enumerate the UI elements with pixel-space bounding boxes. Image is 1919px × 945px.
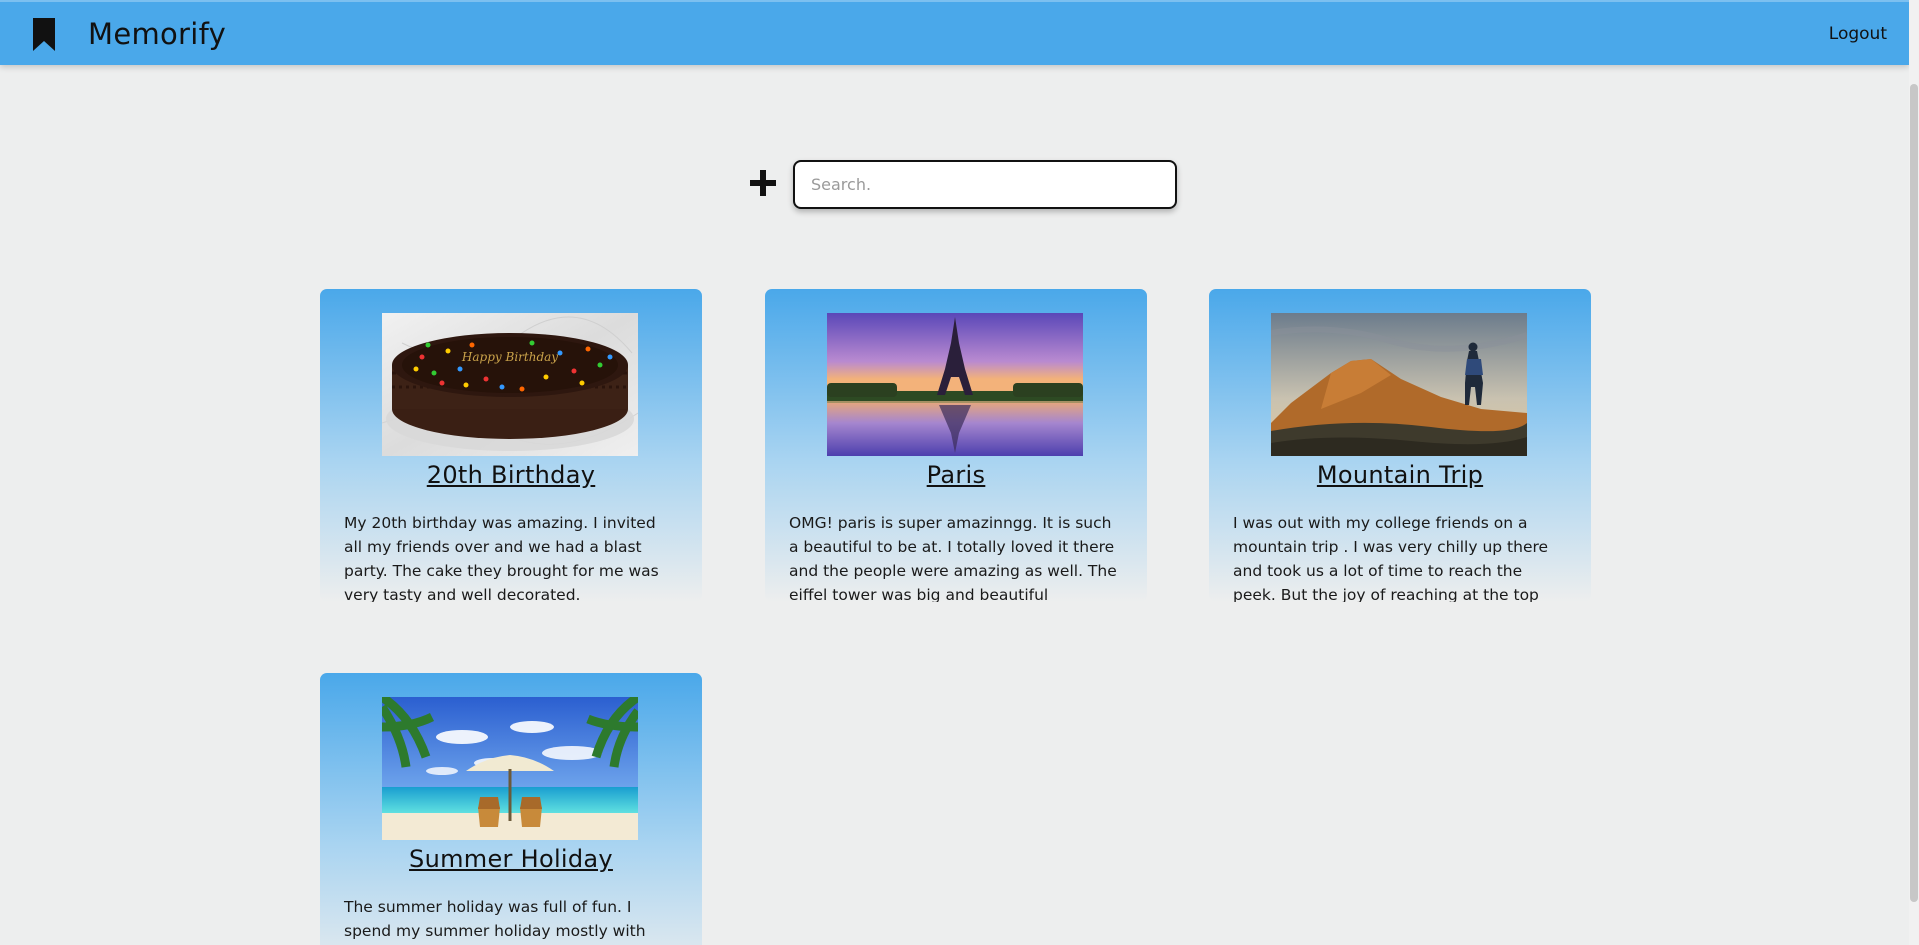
memory-image-paris [827,313,1083,456]
memory-description: I was out with my college friends on a m… [1233,514,1549,602]
memory-card-birthday[interactable]: Happy Birthday 20th Birthday My 20th bir… [320,289,702,602]
memory-card-paris[interactable]: Paris OMG! paris is super amazinngg. It … [765,289,1147,602]
memory-image-summer [382,697,638,840]
memory-description: OMG! paris is super amazinngg. It is suc… [789,514,1117,602]
memory-title[interactable]: Paris [765,459,1147,491]
cake-inscription: Happy Birthday [461,350,558,364]
navbar: Memorify Logout [0,0,1909,65]
memory-title[interactable]: Mountain Trip [1209,459,1591,491]
memory-card-mountain[interactable]: Mountain Trip I was out with my college … [1209,289,1591,602]
memory-image-birthday: Happy Birthday [382,313,638,456]
brand-name[interactable]: Memorify [88,14,226,54]
memory-description: The summer holiday was full of fun. I sp… [344,898,646,940]
memory-image-mountain [1271,313,1527,456]
bookmark-icon[interactable] [30,17,58,53]
logout-link[interactable]: Logout [1829,22,1887,46]
memory-description: My 20th birthday was amazing. I invited … [344,514,659,602]
memory-title[interactable]: 20th Birthday [320,459,702,491]
page-scrollbar[interactable] [1909,0,1919,945]
memory-title[interactable]: Summer Holiday [320,843,702,875]
scrollbar-thumb[interactable] [1910,84,1918,902]
search-input[interactable] [793,160,1177,209]
add-memory-icon[interactable] [748,168,778,198]
memory-card-summer[interactable]: Summer Holiday The summer holiday was fu… [320,673,702,945]
